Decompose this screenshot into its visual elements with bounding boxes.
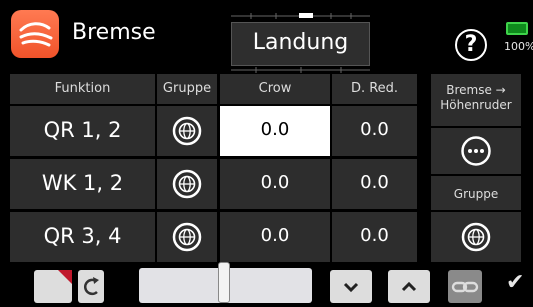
group-button-qr12[interactable] <box>157 106 217 156</box>
check-icon[interactable]: ✔ <box>506 270 524 295</box>
more-button[interactable] <box>431 128 521 174</box>
help-button[interactable]: ? <box>455 29 487 61</box>
battery-percent: 100% <box>504 40 533 53</box>
globe-icon <box>172 222 202 252</box>
group-button-qr34[interactable] <box>157 212 217 262</box>
value-slider-thumb[interactable] <box>218 262 230 303</box>
crow-value-wk12[interactable]: 0.0 <box>220 159 330 209</box>
row-label-qr12: QR 1, 2 <box>10 106 155 156</box>
gruppe-label: Gruppe <box>453 187 499 201</box>
brake-icon <box>19 22 53 47</box>
header-gruppe: Gruppe <box>157 74 217 104</box>
battery-icon <box>506 22 528 35</box>
group-global-button[interactable] <box>431 212 521 262</box>
bremse-label: Bremse → <box>446 83 506 97</box>
gruppe-label-box: Gruppe <box>431 176 521 210</box>
phase-label: Landung <box>252 30 349 55</box>
crow-value-qr12[interactable]: 0.0 <box>220 106 330 156</box>
header-dred: D. Red. <box>332 74 417 104</box>
bremse-hoehenruder-label-box: Bremse → Höhenruder <box>431 74 521 126</box>
reset-button[interactable] <box>78 270 104 303</box>
more-icon <box>461 136 491 166</box>
globe-icon <box>172 169 202 199</box>
dred-value-wk12[interactable]: 0.0 <box>332 159 417 209</box>
chevron-down-icon <box>343 282 359 293</box>
brake-app-icon <box>11 10 59 58</box>
row-label-qr34: QR 3, 4 <box>10 212 155 262</box>
globe-icon <box>461 222 491 252</box>
header-crow: Crow <box>220 74 330 104</box>
corner-flag-icon <box>58 270 72 284</box>
phase-indicator-bottom <box>231 67 370 73</box>
dred-value-qr12[interactable]: 0.0 <box>332 106 417 156</box>
header-funktion: Funktion <box>10 74 155 104</box>
chevron-up-icon <box>401 281 417 292</box>
row-label-wk12: WK 1, 2 <box>10 159 155 209</box>
link-button[interactable] <box>448 270 482 303</box>
globe-icon <box>172 116 202 146</box>
hoehenruder-label: Höhenruder <box>440 98 512 112</box>
increase-button[interactable] <box>388 270 430 303</box>
phase-indicator <box>231 13 370 19</box>
crow-value-qr34[interactable]: 0.0 <box>220 212 330 262</box>
page-title: Bremse <box>72 20 156 45</box>
dred-value-qr34[interactable]: 0.0 <box>332 212 417 262</box>
reset-icon <box>83 277 99 296</box>
link-icon <box>451 281 479 293</box>
group-button-wk12[interactable] <box>157 159 217 209</box>
decrease-button[interactable] <box>330 270 372 303</box>
page-button[interactable] <box>34 270 72 303</box>
